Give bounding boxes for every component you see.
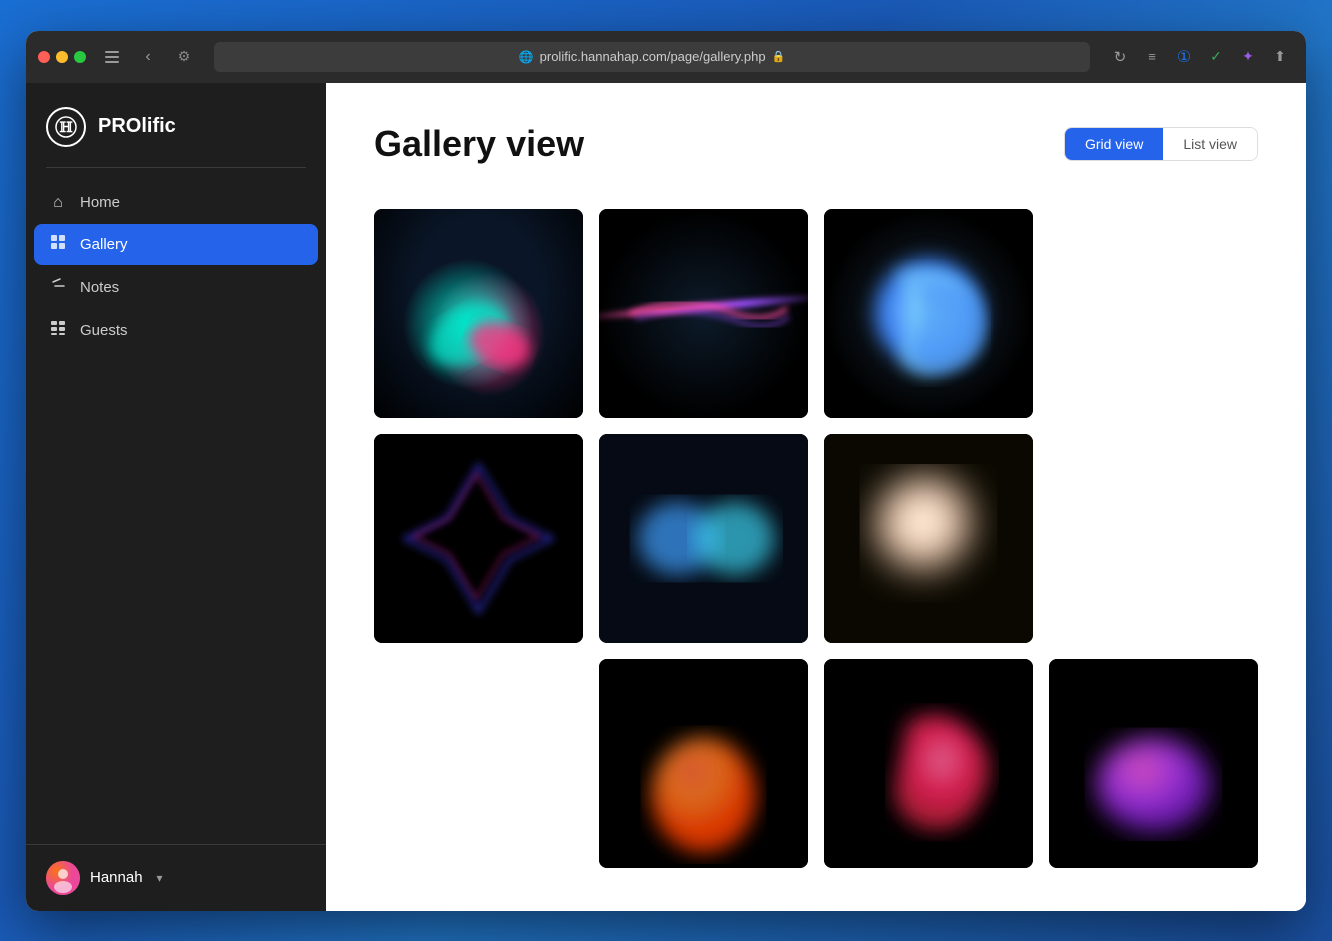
sidebar-bottom: Hannah ▾ bbox=[26, 844, 326, 911]
list-view-button[interactable]: List view bbox=[1163, 128, 1257, 160]
app-layout: ℍ PROlific ⌂ Home bbox=[26, 83, 1306, 911]
1password-button[interactable]: ① bbox=[1170, 43, 1198, 71]
page-title: Gallery view bbox=[374, 123, 584, 165]
home-icon: ⌂ bbox=[48, 194, 68, 212]
content-header: Gallery view Grid view List view bbox=[326, 83, 1306, 185]
back-button[interactable]: ‹ bbox=[134, 43, 162, 71]
lock-icon: 🔒 bbox=[772, 50, 786, 63]
logo-text: PROlific bbox=[98, 115, 176, 138]
gallery-icon bbox=[48, 234, 68, 255]
refresh-button[interactable]: ↻ bbox=[1106, 43, 1134, 71]
artwork-1 bbox=[374, 209, 583, 418]
gallery-item-5[interactable] bbox=[374, 434, 583, 643]
minimize-button[interactable] bbox=[56, 51, 68, 63]
artwork-2 bbox=[599, 209, 808, 418]
logo-area: ℍ PROlific bbox=[26, 83, 326, 167]
view-toggle: Grid view List view bbox=[1064, 127, 1258, 161]
traffic-lights bbox=[38, 51, 86, 63]
gallery-item-2[interactable] bbox=[599, 209, 808, 418]
artwork-9 bbox=[599, 659, 808, 868]
svg-text:ℍ: ℍ bbox=[59, 121, 72, 136]
gallery-item-6[interactable] bbox=[599, 434, 808, 643]
browser-chrome: ‹ ⚙ 🌐 prolific.hannahap.com/page/gallery… bbox=[26, 31, 1306, 83]
maximize-button[interactable] bbox=[74, 51, 86, 63]
sidebar-item-gallery[interactable]: Gallery bbox=[34, 224, 318, 265]
user-avatar bbox=[46, 861, 80, 895]
sidebar: ℍ PROlific ⌂ Home bbox=[26, 83, 326, 911]
sidebar-toggle-button[interactable] bbox=[98, 43, 126, 71]
extension-button-1[interactable]: ✓ bbox=[1202, 43, 1230, 71]
artwork-5 bbox=[374, 434, 583, 643]
share-button[interactable]: ⬆ bbox=[1266, 43, 1294, 71]
nav-items: ⌂ Home Gallery bbox=[26, 184, 326, 351]
reader-button[interactable]: ≡ bbox=[1138, 43, 1166, 71]
main-content: Gallery view Grid view List view bbox=[326, 83, 1306, 911]
user-profile[interactable]: Hannah ▾ bbox=[46, 861, 306, 895]
settings-button[interactable]: ⚙ bbox=[170, 43, 198, 71]
nav-label-notes: Notes bbox=[80, 279, 119, 296]
browser-actions: ↻ ≡ ① ✓ ✦ ⬆ bbox=[1106, 43, 1294, 71]
sidebar-item-notes[interactable]: Notes bbox=[34, 267, 318, 308]
close-button[interactable] bbox=[38, 51, 50, 63]
gallery-item-3[interactable] bbox=[824, 209, 1033, 418]
grid-view-button[interactable]: Grid view bbox=[1065, 128, 1163, 160]
gallery-item-10[interactable] bbox=[824, 659, 1033, 868]
globe-icon: 🌐 bbox=[519, 50, 534, 64]
user-chevron-icon: ▾ bbox=[157, 871, 163, 885]
artwork-6 bbox=[599, 434, 808, 643]
gallery-grid bbox=[326, 209, 1306, 911]
artwork-7 bbox=[824, 434, 1033, 643]
user-name: Hannah bbox=[90, 869, 143, 886]
nav-label-home: Home bbox=[80, 194, 120, 211]
artwork-10 bbox=[824, 659, 1033, 868]
nav-label-guests: Guests bbox=[80, 322, 128, 339]
extension-button-2[interactable]: ✦ bbox=[1234, 43, 1262, 71]
artwork-11 bbox=[1049, 659, 1258, 868]
gallery-item-7[interactable] bbox=[824, 434, 1033, 643]
guests-icon bbox=[48, 320, 68, 341]
nav-label-gallery: Gallery bbox=[80, 236, 128, 253]
gallery-item-1[interactable] bbox=[374, 209, 583, 418]
gallery-item-11[interactable] bbox=[1049, 659, 1258, 868]
gallery-item-9[interactable] bbox=[599, 659, 808, 868]
url-text: prolific.hannahap.com/page/gallery.php bbox=[540, 49, 766, 64]
sidebar-divider-top bbox=[46, 167, 306, 168]
url-bar[interactable]: 🌐 prolific.hannahap.com/page/gallery.php… bbox=[214, 42, 1090, 72]
browser-window: ‹ ⚙ 🌐 prolific.hannahap.com/page/gallery… bbox=[26, 31, 1306, 911]
logo-icon: ℍ bbox=[46, 107, 86, 147]
sidebar-item-home[interactable]: ⌂ Home bbox=[34, 184, 318, 222]
artwork-3 bbox=[824, 209, 1033, 418]
sidebar-item-guests[interactable]: Guests bbox=[34, 310, 318, 351]
notes-icon bbox=[48, 277, 68, 298]
